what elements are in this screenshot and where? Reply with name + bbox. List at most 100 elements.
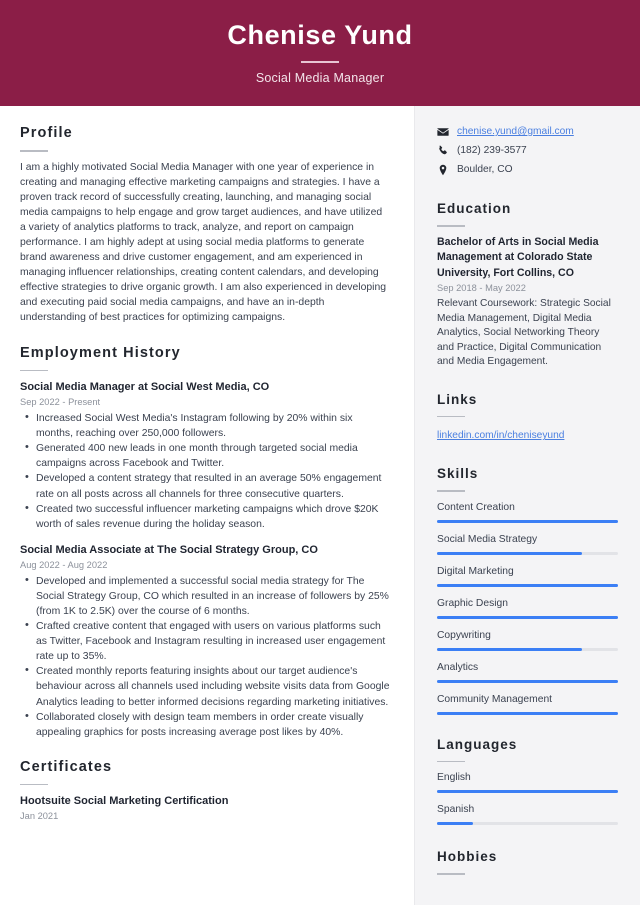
skill-track bbox=[437, 679, 618, 683]
skill-label: Content Creation bbox=[437, 501, 515, 513]
skill-item: Analytics bbox=[437, 660, 618, 683]
links-heading: Links bbox=[437, 391, 478, 407]
skill-fill bbox=[437, 583, 618, 587]
skill-label: Social Media Strategy bbox=[437, 533, 538, 545]
languages-heading: Languages bbox=[437, 736, 518, 752]
job-date: Aug 2022 - Aug 2022 bbox=[20, 559, 108, 570]
certificate-entry: Hootsuite Social Marketing Certification… bbox=[20, 793, 390, 823]
education-date: Sep 2018 - May 2022 bbox=[437, 283, 526, 293]
skill-track bbox=[437, 615, 618, 619]
section-employment-history: Employment History Social Media Manager … bbox=[20, 344, 390, 740]
section-skills: Skills Content Creation Social Media Str… bbox=[437, 464, 618, 715]
envelope-icon bbox=[437, 126, 449, 138]
contact-row-location: Boulder, CO bbox=[437, 162, 618, 177]
contact-details: chenise.yund@gmail.com (182) 239-3577 Bo… bbox=[437, 124, 618, 177]
job-bullets: Developed and implemented a successful s… bbox=[20, 573, 390, 740]
employment-heading-rule bbox=[20, 369, 48, 372]
skill-fill bbox=[437, 519, 618, 523]
list-item: Created monthly reports featuring insigh… bbox=[20, 663, 390, 709]
skill-track bbox=[437, 519, 618, 523]
header-divider bbox=[301, 61, 339, 63]
certificate-date: Jan 2021 bbox=[20, 811, 59, 822]
hobbies-heading: Hobbies bbox=[437, 849, 498, 865]
employment-entry: Social Media Associate at The Social Str… bbox=[20, 542, 390, 740]
skill-label: Analytics bbox=[437, 661, 479, 673]
profile-heading: Profile bbox=[20, 125, 73, 141]
skill-label: Digital Marketing bbox=[437, 565, 514, 577]
skill-track bbox=[437, 583, 618, 587]
list-item: Created two successful influencer market… bbox=[20, 501, 390, 532]
email-link[interactable]: chenise.yund@gmail.com bbox=[457, 124, 574, 139]
resume-header: Chenise Yund Social Media Manager bbox=[0, 0, 640, 106]
skills-heading: Skills bbox=[437, 466, 479, 482]
skill-fill bbox=[437, 679, 618, 683]
section-education: Education Bachelor of Arts in Social Med… bbox=[437, 199, 618, 370]
contact-row-phone: (182) 239-3577 bbox=[437, 143, 618, 158]
skill-fill bbox=[437, 615, 618, 619]
job-bullets: Increased Social West Media's Instagram … bbox=[20, 410, 390, 532]
job-date: Sep 2022 - Present bbox=[20, 397, 101, 408]
resume-page: Chenise Yund Social Media Manager Profil… bbox=[0, 0, 640, 905]
language-label: English bbox=[437, 772, 471, 784]
phone-number: (182) 239-3577 bbox=[457, 145, 527, 156]
phone-icon bbox=[437, 145, 449, 157]
linkedin-link[interactable]: linkedin.com/in/cheniseyund bbox=[437, 430, 564, 441]
skill-track bbox=[437, 711, 618, 715]
list-item: Increased Social West Media's Instagram … bbox=[20, 410, 390, 441]
profile-text: I am a highly motivated Social Media Man… bbox=[20, 161, 386, 324]
links-heading-rule bbox=[437, 415, 465, 418]
language-fill bbox=[437, 822, 474, 826]
employment-entry: Social Media Manager at Social West Medi… bbox=[20, 379, 390, 532]
skill-label: Graphic Design bbox=[437, 597, 508, 609]
job-title: Social Media Associate at The Social Str… bbox=[20, 543, 318, 556]
education-heading: Education bbox=[437, 201, 512, 216]
skill-fill bbox=[437, 551, 582, 555]
education-title: Bachelor of Arts in Social Media Managem… bbox=[437, 235, 599, 279]
list-item: Generated 400 new leads in one month thr… bbox=[20, 440, 390, 471]
languages-heading-rule bbox=[437, 760, 465, 763]
header-job-title: Social Media Manager bbox=[255, 70, 385, 85]
hobbies-heading-rule bbox=[437, 873, 465, 875]
location-text: Boulder, CO bbox=[457, 164, 513, 175]
section-profile: Profile I am a highly motivated Social M… bbox=[20, 124, 390, 326]
skill-label: Community Management bbox=[437, 693, 553, 705]
sidebar-column: chenise.yund@gmail.com (182) 239-3577 Bo… bbox=[414, 106, 640, 905]
list-item: Developed and implemented a successful s… bbox=[20, 573, 390, 619]
skill-item: Community Management bbox=[437, 692, 618, 715]
skill-fill bbox=[437, 711, 618, 715]
skill-item: Copywriting bbox=[437, 628, 618, 651]
list-item: Crafted creative content that engaged wi… bbox=[20, 618, 390, 664]
section-hobbies: Hobbies bbox=[437, 847, 618, 875]
skills-heading-rule bbox=[437, 490, 465, 492]
language-fill bbox=[437, 790, 618, 794]
skill-track bbox=[437, 647, 618, 651]
skill-item: Content Creation bbox=[437, 500, 618, 523]
skill-track bbox=[437, 551, 618, 555]
language-track bbox=[437, 790, 618, 794]
education-description: Relevant Coursework: Strategic Social Me… bbox=[437, 298, 611, 368]
section-certificates: Certificates Hootsuite Social Marketing … bbox=[20, 758, 390, 824]
skill-item: Social Media Strategy bbox=[437, 532, 618, 555]
page-title: Chenise Yund bbox=[227, 20, 413, 50]
resume-body: Profile I am a highly motivated Social M… bbox=[0, 106, 640, 905]
profile-heading-rule bbox=[20, 150, 48, 152]
section-links: Links linkedin.com/in/cheniseyund bbox=[437, 390, 618, 445]
list-item: Developed a content strategy that result… bbox=[20, 470, 390, 501]
skill-fill bbox=[437, 647, 582, 651]
certificates-heading: Certificates bbox=[20, 758, 113, 775]
job-title: Social Media Manager at Social West Medi… bbox=[20, 381, 270, 394]
skill-item: Digital Marketing bbox=[437, 564, 618, 587]
skill-item: Graphic Design bbox=[437, 596, 618, 619]
skill-label: Copywriting bbox=[437, 629, 491, 641]
language-item: English bbox=[437, 770, 618, 794]
language-label: Spanish bbox=[437, 804, 475, 816]
education-entry: Bachelor of Arts in Social Media Managem… bbox=[437, 235, 618, 370]
certificates-heading-rule bbox=[20, 783, 48, 786]
certificate-title: Hootsuite Social Marketing Certification bbox=[20, 795, 229, 808]
contact-row-email: chenise.yund@gmail.com bbox=[437, 124, 618, 139]
education-heading-rule bbox=[437, 225, 465, 227]
main-column: Profile I am a highly motivated Social M… bbox=[0, 106, 414, 905]
location-pin-icon bbox=[437, 164, 449, 176]
employment-heading: Employment History bbox=[20, 344, 181, 361]
list-item: Collaborated closely with design team me… bbox=[20, 709, 390, 740]
